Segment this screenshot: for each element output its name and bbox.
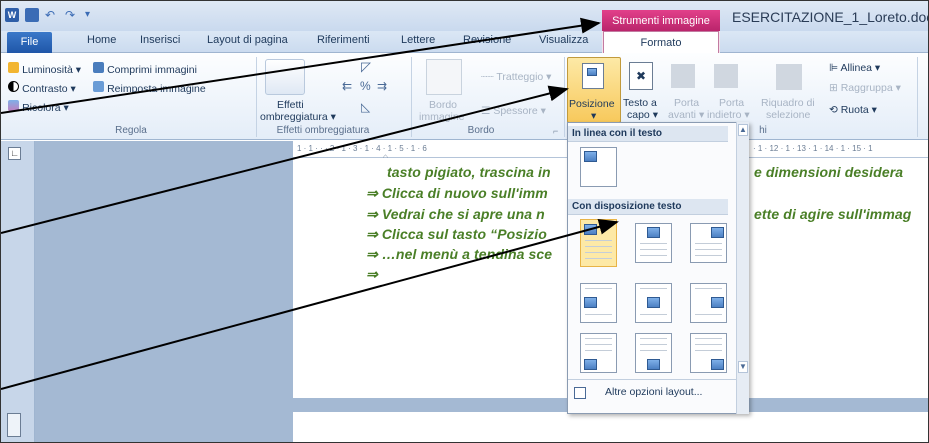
- nudge-shadow-left-icon[interactable]: ⇇: [342, 79, 352, 93]
- doc-line-4: ⇒ Clicca sul tasto “Posizio: [366, 226, 547, 242]
- raggruppa-button[interactable]: ⊞ Raggruppa ▾: [829, 82, 901, 94]
- tab-formato[interactable]: Formato: [603, 31, 719, 54]
- vertical-ruler: [1, 141, 35, 442]
- group-label-regola: Regola: [115, 125, 147, 136]
- window-title: ESERCITAZIONE_1_Loreto.doc: [732, 9, 929, 25]
- ombreggiatura-button[interactable]: ombreggiatura ▾: [260, 111, 336, 123]
- compress-icon: [93, 62, 104, 73]
- tab-layout-di-pagina[interactable]: Layout di pagina: [207, 34, 288, 46]
- porta-indietro-label: Porta: [719, 97, 745, 109]
- position-top-left[interactable]: [580, 219, 617, 267]
- wrap-text-icon[interactable]: ✖: [629, 62, 653, 90]
- tab-visualizza[interactable]: Visualizza: [539, 34, 588, 46]
- bordo-label: Bordo: [429, 99, 458, 111]
- nudge-shadow-up-icon[interactable]: ◸: [361, 59, 371, 75]
- doc-line-3: ⇒ Vedrai che si apre una n: [366, 206, 545, 222]
- vertical-ruler-marker: [7, 413, 21, 437]
- position-top-center[interactable]: [635, 223, 672, 263]
- group-label-bordo: Bordo: [467, 125, 495, 136]
- doc-line-6: ⇒: [366, 266, 378, 282]
- selection-pane-icon[interactable]: [776, 64, 802, 90]
- group-separator: [411, 57, 412, 137]
- section-inline: In linea con il testo: [568, 126, 728, 142]
- position-top-right[interactable]: [690, 223, 727, 263]
- position-inline[interactable]: [580, 147, 617, 187]
- selezione-button[interactable]: selezione: [766, 109, 810, 121]
- testo-a-label: Testo a: [623, 97, 657, 109]
- nudge-shadow-right-icon[interactable]: ⇉: [377, 79, 387, 93]
- tab-revisione[interactable]: Revisione: [463, 34, 511, 46]
- menu-divider: [568, 379, 736, 380]
- reimposta-immagine-button[interactable]: Reimposta immagine: [93, 81, 206, 95]
- scroll-up-icon[interactable]: ▲: [738, 124, 748, 136]
- undo-icon[interactable]: ↶: [45, 8, 59, 22]
- spessore-button[interactable]: ☰ Spessore ▾: [481, 105, 546, 117]
- porta-indietro-button[interactable]: indietro ▾: [707, 109, 750, 121]
- send-backward-icon[interactable]: [714, 64, 738, 88]
- dialog-launcher-icon[interactable]: ⌐: [553, 126, 558, 136]
- group-label-disponi: hi: [759, 125, 767, 136]
- tab-stop-selector[interactable]: ∟: [8, 147, 21, 160]
- customize-quick-access-icon[interactable]: ▾: [85, 8, 99, 22]
- layout-options-icon: [574, 387, 586, 399]
- tratteggio-button[interactable]: ┈┈ Tratteggio ▾: [481, 71, 551, 83]
- posizione-button[interactable]: Posizione ▾: [567, 57, 621, 123]
- position-icon: [582, 63, 604, 89]
- group-separator: [564, 57, 565, 137]
- immagine-label: immagine: [419, 111, 465, 123]
- comprimi-immagini-button[interactable]: Comprimi immagini: [93, 62, 197, 76]
- effetti-label: Effetti: [277, 99, 304, 111]
- shadow-effects-icon[interactable]: [265, 59, 305, 95]
- position-middle-right[interactable]: [690, 283, 727, 323]
- scroll-down-icon[interactable]: ▼: [738, 361, 748, 373]
- tab-lettere[interactable]: Lettere: [401, 34, 435, 46]
- group-separator: [256, 57, 257, 137]
- tab-home[interactable]: Home: [87, 34, 116, 46]
- allinea-button[interactable]: ⊫ Allinea ▾: [829, 62, 880, 74]
- word-window: W ↶ ↷ ▾ Strumenti immagine ESERCITAZIONE…: [0, 0, 929, 443]
- shadow-toggle-icon[interactable]: %: [360, 79, 371, 93]
- riquadro-label: Riquadro di: [761, 97, 815, 109]
- contrasto-button[interactable]: Contrasto ▾: [8, 81, 76, 95]
- nudge-shadow-down-icon[interactable]: ◺: [361, 100, 370, 114]
- redo-icon[interactable]: ↷: [65, 8, 79, 22]
- tab-inserisci[interactable]: Inserisci: [140, 34, 180, 46]
- porta-avanti-button[interactable]: avanti ▾: [668, 109, 704, 121]
- luminosita-button[interactable]: Luminosità ▾: [8, 62, 81, 76]
- doc-line-3-right: ette di agire sull'immag: [754, 206, 912, 222]
- reset-picture-icon: [93, 81, 104, 92]
- position-middle-left[interactable]: [580, 283, 617, 323]
- save-icon[interactable]: [25, 8, 39, 22]
- word-logo-icon[interactable]: W: [5, 8, 19, 22]
- tab-riferimenti[interactable]: Riferimenti: [317, 34, 370, 46]
- doc-line-1: tasto pigiato, trascina in: [387, 164, 551, 180]
- doc-line-5: ⇒ …nel menù a tendina sce: [366, 246, 553, 262]
- group-separator: [917, 57, 918, 137]
- ruler-numbers: 1 · 1 · · · 2 · 1 · 3 · 1 · 4 · 1 · 5 · …: [297, 144, 427, 153]
- position-dropdown: In linea con il testo Con disposizione t…: [567, 122, 749, 414]
- document-page-next[interactable]: [293, 412, 928, 442]
- doc-line-2: ⇒ Clicca di nuovo sull'imm: [366, 185, 548, 201]
- position-bottom-right[interactable]: [690, 333, 727, 373]
- testo-a-capo-button[interactable]: capo ▾: [627, 109, 658, 121]
- doc-line-1-right: e dimensioni desidera: [754, 164, 904, 180]
- section-wrap: Con disposizione testo: [568, 199, 728, 215]
- position-bottom-left[interactable]: [580, 333, 617, 373]
- sun-icon: [8, 62, 19, 73]
- position-middle-center[interactable]: [635, 283, 672, 323]
- picture-border-icon[interactable]: [426, 59, 462, 95]
- group-label-effetti-ombreggiatura: Effetti ombreggiatura: [276, 125, 370, 136]
- contrast-icon: [8, 81, 19, 92]
- context-tab-group-label: Strumenti immagine: [602, 10, 720, 32]
- recolor-icon: [8, 100, 19, 111]
- dropdown-scrollbar[interactable]: ▲ ▼: [736, 122, 749, 414]
- ricolora-button[interactable]: Ricolora ▾: [8, 100, 69, 114]
- ruota-button[interactable]: ⟲ Ruota ▾: [829, 104, 877, 116]
- porta-avanti-label: Porta: [674, 97, 700, 109]
- altre-opzioni-layout[interactable]: Altre opzioni layout...: [605, 386, 702, 398]
- ruler-numbers-right: · 1 · 12 · 1 · 13 · 1 · 14 · 1 · 15 · 1: [753, 144, 873, 153]
- bring-forward-icon[interactable]: [671, 64, 695, 88]
- position-bottom-center[interactable]: [635, 333, 672, 373]
- tab-file[interactable]: File: [7, 32, 52, 53]
